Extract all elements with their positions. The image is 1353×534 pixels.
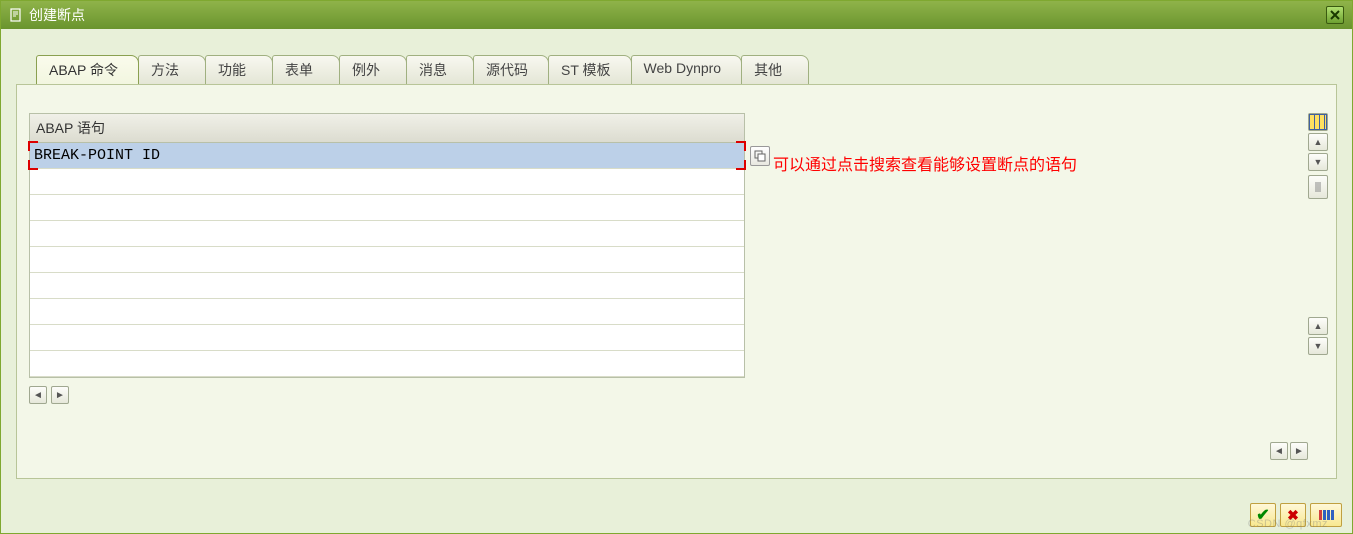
tabstrip: ABAP 命令 方法 功能 表单 例外 消息 源代码 ST 模板 Web Dyn… bbox=[1, 29, 1352, 84]
table-settings-button[interactable] bbox=[1308, 113, 1328, 131]
content-hscroll: ◄ ► bbox=[1270, 442, 1308, 460]
scroll-up-button[interactable]: ▲ bbox=[1308, 317, 1328, 335]
grid-icon bbox=[1309, 114, 1327, 130]
table-row[interactable] bbox=[30, 221, 744, 247]
tab-label: 源代码 bbox=[486, 62, 528, 78]
window-title: 创建断点 bbox=[29, 5, 85, 25]
scroll-left-button[interactable]: ◄ bbox=[29, 386, 47, 404]
tab-label: ABAP 命令 bbox=[49, 62, 118, 78]
document-icon bbox=[9, 8, 23, 22]
tab-label: 消息 bbox=[419, 62, 447, 78]
tab-other[interactable]: 其他 bbox=[741, 55, 809, 84]
tab-label: 方法 bbox=[151, 62, 179, 78]
tab-source[interactable]: 源代码 bbox=[473, 55, 549, 84]
table-row[interactable] bbox=[30, 273, 744, 299]
chevron-down-icon: ▼ bbox=[1314, 341, 1323, 351]
tab-label: ST 模板 bbox=[561, 62, 611, 78]
tab-label: Web Dynpro bbox=[644, 60, 722, 76]
tab-form[interactable]: 表单 bbox=[272, 55, 340, 84]
dialog-window: 创建断点 ABAP 命令 方法 功能 表单 例外 消息 源代码 ST 模板 We… bbox=[0, 0, 1353, 534]
tab-abap-command[interactable]: ABAP 命令 bbox=[36, 55, 139, 84]
tab-st-template[interactable]: ST 模板 bbox=[548, 55, 632, 84]
scroll-down-button[interactable]: ▼ bbox=[1308, 153, 1328, 171]
statement-input[interactable] bbox=[30, 143, 744, 168]
scrollbar-thumb[interactable] bbox=[1308, 175, 1328, 199]
table-row[interactable] bbox=[30, 195, 744, 221]
table-row[interactable] bbox=[30, 351, 744, 377]
tab-web-dynpro[interactable]: Web Dynpro bbox=[631, 55, 743, 84]
table-row bbox=[30, 143, 744, 169]
right-toolbar-lower: ▲ ▼ bbox=[1308, 317, 1330, 355]
right-toolbar: ▲ ▼ bbox=[1308, 113, 1330, 199]
chevron-right-icon: ► bbox=[55, 390, 65, 401]
tab-exception[interactable]: 例外 bbox=[339, 55, 407, 84]
tab-label: 功能 bbox=[218, 62, 246, 78]
tab-label: 例外 bbox=[352, 62, 380, 78]
chevron-up-icon: ▲ bbox=[1314, 321, 1323, 331]
chevron-left-icon: ◄ bbox=[33, 390, 43, 401]
tab-method[interactable]: 方法 bbox=[138, 55, 206, 84]
tab-label: 表单 bbox=[285, 62, 313, 78]
tab-label: 其他 bbox=[754, 62, 782, 78]
content-area: ABAP 语句 bbox=[16, 84, 1337, 479]
selection-bracket-icon bbox=[28, 141, 38, 151]
table-row[interactable] bbox=[30, 325, 744, 351]
chevron-left-icon: ◄ bbox=[1274, 446, 1284, 457]
scroll-down-button[interactable]: ▼ bbox=[1308, 337, 1328, 355]
search-help-button[interactable] bbox=[750, 146, 770, 166]
table-header: ABAP 语句 bbox=[30, 114, 744, 143]
close-button[interactable] bbox=[1326, 6, 1344, 24]
chevron-down-icon: ▼ bbox=[1314, 157, 1323, 167]
table-row[interactable] bbox=[30, 299, 744, 325]
scroll-up-button[interactable]: ▲ bbox=[1308, 133, 1328, 151]
selection-bracket-icon bbox=[736, 141, 746, 151]
scroll-right-button[interactable]: ► bbox=[1290, 442, 1308, 460]
chevron-right-icon: ► bbox=[1294, 446, 1304, 457]
scroll-right-button[interactable]: ► bbox=[51, 386, 69, 404]
annotation-text: 可以通过点击搜索查看能够设置断点的语句 bbox=[773, 151, 1077, 175]
table-row[interactable] bbox=[30, 169, 744, 195]
statement-table: ABAP 语句 bbox=[29, 113, 745, 378]
tab-message[interactable]: 消息 bbox=[406, 55, 474, 84]
tab-function[interactable]: 功能 bbox=[205, 55, 273, 84]
table-row[interactable] bbox=[30, 247, 744, 273]
watermark-text: CSDN @qfxmz bbox=[1248, 518, 1328, 530]
chevron-up-icon: ▲ bbox=[1314, 137, 1323, 147]
scroll-left-button[interactable]: ◄ bbox=[1270, 442, 1288, 460]
titlebar: 创建断点 bbox=[1, 1, 1352, 29]
